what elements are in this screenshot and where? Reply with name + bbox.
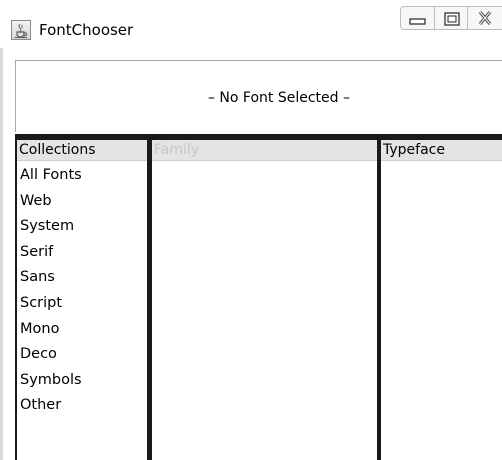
- close-icon: [478, 11, 492, 25]
- maximize-icon: [444, 12, 460, 26]
- list-item[interactable]: Serif: [20, 240, 147, 266]
- list-item[interactable]: Sans: [20, 265, 147, 291]
- font-preview: – No Font Selected –: [15, 60, 502, 132]
- list-item[interactable]: Script: [20, 291, 147, 317]
- list-item[interactable]: All Fonts: [20, 163, 147, 189]
- maximize-button[interactable]: [434, 6, 468, 30]
- list-item[interactable]: Mono: [20, 317, 147, 343]
- collections-header: Collections: [17, 140, 147, 161]
- window-left-edge: [0, 48, 3, 460]
- typeface-header: Typeface: [381, 140, 502, 161]
- typeface-list[interactable]: Typeface: [381, 140, 502, 460]
- list-item[interactable]: Symbols: [20, 368, 147, 394]
- family-list[interactable]: Family: [152, 140, 377, 460]
- font-lists: Collections All Fonts Web System Serif S…: [15, 134, 502, 460]
- minimize-button[interactable]: [400, 6, 435, 30]
- family-header: Family: [152, 140, 377, 161]
- collections-list[interactable]: Collections All Fonts Web System Serif S…: [17, 140, 147, 460]
- list-item[interactable]: System: [20, 214, 147, 240]
- caption-buttons: [0, 0, 502, 36]
- collections-items: All Fonts Web System Serif Sans Script M…: [17, 161, 147, 419]
- list-item[interactable]: Deco: [20, 342, 147, 368]
- list-item[interactable]: Web: [20, 189, 147, 215]
- list-item[interactable]: Other: [20, 393, 147, 419]
- minimize-icon: [409, 18, 426, 25]
- close-button[interactable]: [467, 6, 502, 30]
- preview-text: – No Font Selected –: [207, 90, 350, 106]
